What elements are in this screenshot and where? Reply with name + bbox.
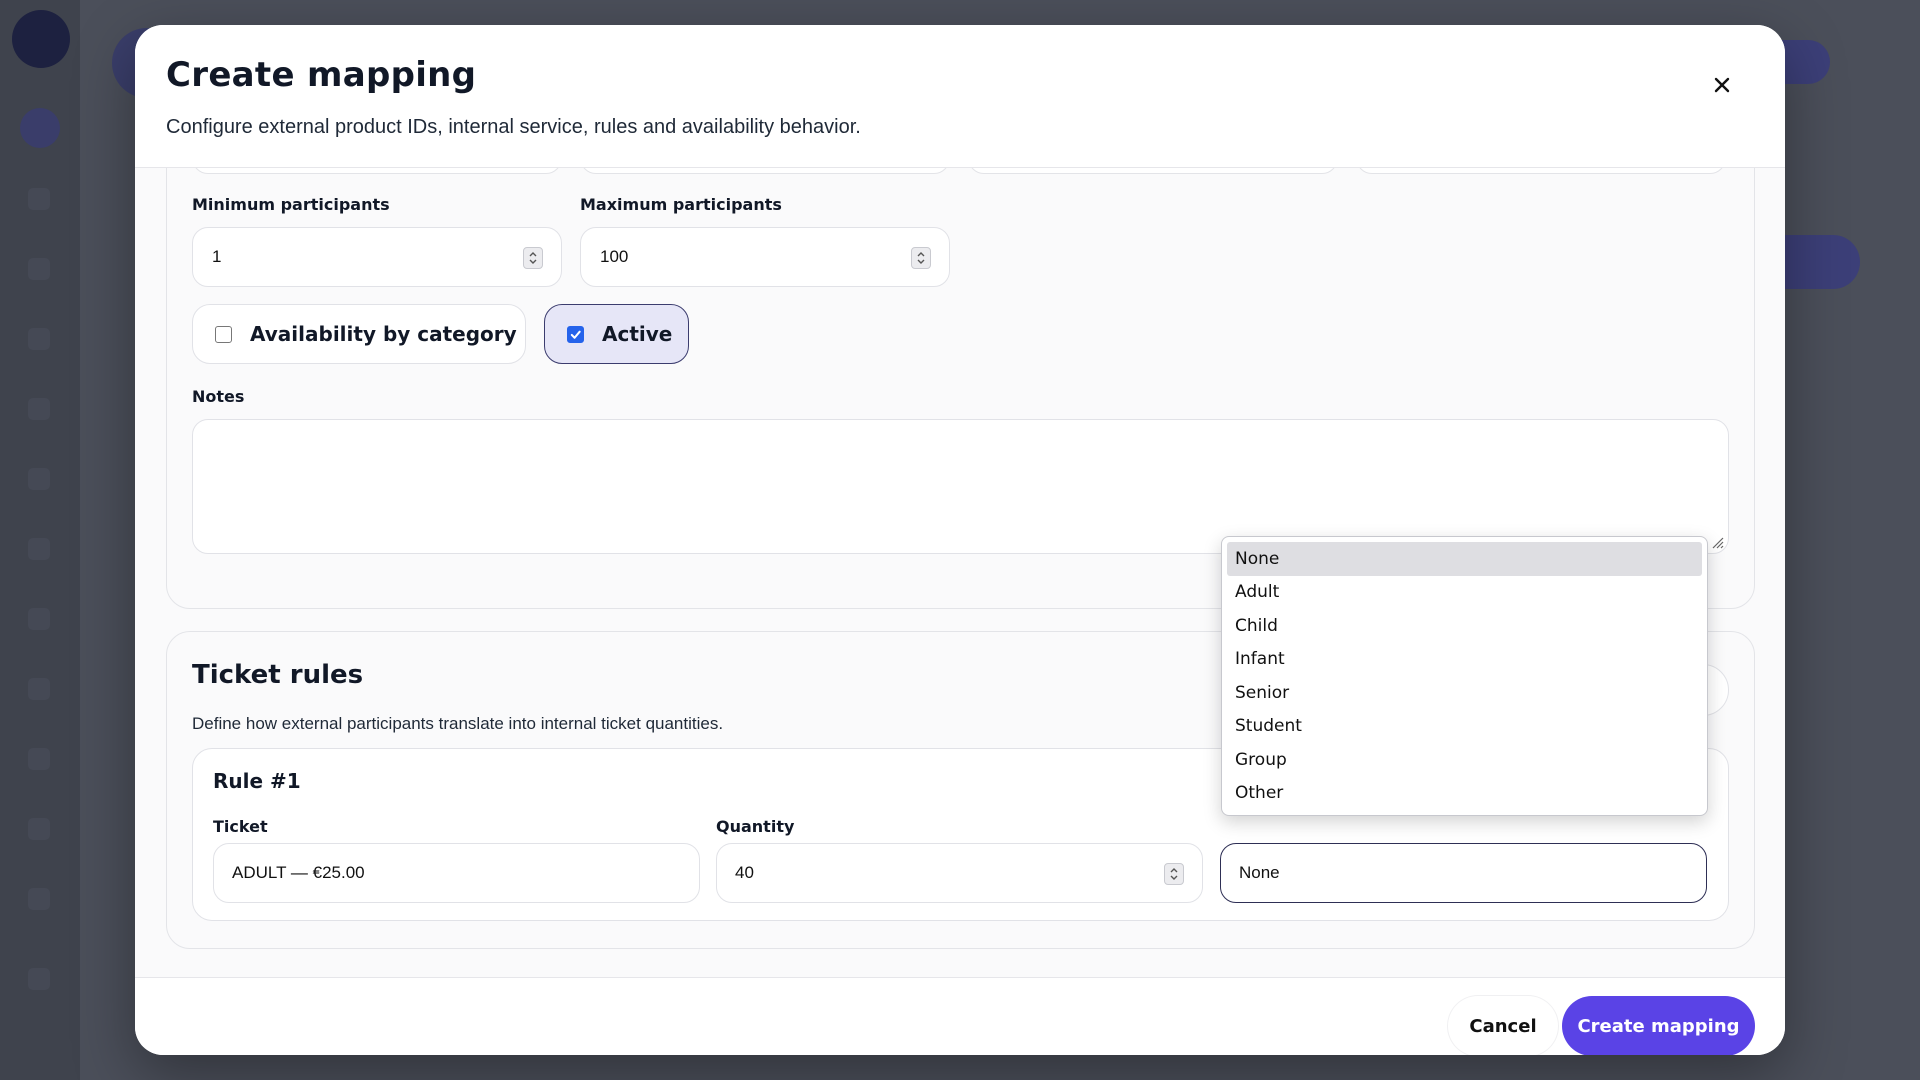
background-nav-icon <box>28 678 50 700</box>
scrolled-input[interactable] <box>1356 168 1726 174</box>
background-nav-icon <box>28 468 50 490</box>
ticket-rules-title: Ticket rules <box>192 660 364 690</box>
scrolled-input[interactable] <box>580 168 950 174</box>
max-participants-input[interactable]: 100 <box>580 227 950 287</box>
background-nav-icon <box>28 748 50 770</box>
background-nav-icon <box>28 818 50 840</box>
max-participants-value: 100 <box>600 247 629 266</box>
modal-header: Create mapping Configure external produc… <box>135 25 1785 168</box>
scrolled-input[interactable] <box>968 168 1338 174</box>
modal-title: Create mapping <box>166 55 477 95</box>
stepper-arrows-icon <box>529 252 537 264</box>
availability-by-category-checkbox[interactable] <box>215 325 232 343</box>
background-sidebar <box>0 0 80 1080</box>
dropdown-option-group[interactable]: Group <box>1227 743 1702 777</box>
checkmark-icon <box>570 330 581 339</box>
min-participants-value: 1 <box>212 247 222 266</box>
active-checkbox[interactable] <box>567 325 584 343</box>
modal-subtitle: Configure external product IDs, internal… <box>166 116 861 138</box>
active-label: Active <box>602 322 673 346</box>
background-nav-icon <box>28 968 50 990</box>
notes-label: Notes <box>192 387 245 406</box>
dropdown-option-infant[interactable]: Infant <box>1227 643 1702 677</box>
category-select-value: None <box>1239 863 1280 882</box>
max-participants-label: Maximum participants <box>580 195 782 214</box>
close-icon <box>1714 77 1730 93</box>
min-participants-label: Minimum participants <box>192 195 390 214</box>
background-logo <box>12 10 70 68</box>
background-nav-icon <box>28 188 50 210</box>
dropdown-option-child[interactable]: Child <box>1227 609 1702 643</box>
availability-by-category-label: Availability by category <box>250 322 517 346</box>
min-participants-stepper[interactable] <box>523 247 543 269</box>
scrolled-input[interactable] <box>192 168 562 174</box>
close-button[interactable] <box>1704 67 1740 103</box>
category-select[interactable]: None <box>1220 843 1707 903</box>
quantity-value: 40 <box>735 863 754 882</box>
dropdown-option-none[interactable]: None <box>1227 542 1702 576</box>
dropdown-option-student[interactable]: Student <box>1227 710 1702 744</box>
background-nav-avatar <box>20 108 60 148</box>
background-nav-icon <box>28 398 50 420</box>
resize-grip-icon[interactable] <box>1710 535 1724 549</box>
ticket-value: ADULT — €25.00 <box>232 863 365 882</box>
ticket-select[interactable]: ADULT — €25.00 <box>213 843 700 903</box>
dropdown-option-adult[interactable]: Adult <box>1227 576 1702 610</box>
min-participants-input[interactable]: 1 <box>192 227 562 287</box>
max-participants-stepper[interactable] <box>911 247 931 269</box>
availability-by-category-toggle[interactable]: Availability by category <box>192 304 526 364</box>
notes-textarea[interactable] <box>192 419 1729 554</box>
quantity-label: Quantity <box>716 817 795 836</box>
dropdown-option-senior[interactable]: Senior <box>1227 676 1702 710</box>
background-nav-icon <box>28 328 50 350</box>
ticket-label: Ticket <box>213 817 268 836</box>
category-dropdown-menu[interactable]: None Adult Child Infant Senior Student G… <box>1221 536 1708 816</box>
cancel-button[interactable]: Cancel <box>1448 996 1558 1055</box>
background-nav-icon <box>28 258 50 280</box>
background-nav-icon <box>28 608 50 630</box>
quantity-stepper[interactable] <box>1164 863 1184 885</box>
background-nav-icon <box>28 538 50 560</box>
active-toggle[interactable]: Active <box>544 304 689 364</box>
stepper-arrows-icon <box>917 252 925 264</box>
background-nav-icon <box>28 888 50 910</box>
create-mapping-button[interactable]: Create mapping <box>1562 996 1755 1055</box>
rule-title: Rule #1 <box>213 769 301 793</box>
dropdown-option-other[interactable]: Other <box>1227 777 1702 811</box>
quantity-input[interactable]: 40 <box>716 843 1203 903</box>
stepper-arrows-icon <box>1170 868 1178 880</box>
modal-footer: Cancel Create mapping <box>135 977 1785 1055</box>
ticket-rules-subtitle: Define how external participants transla… <box>192 714 724 733</box>
